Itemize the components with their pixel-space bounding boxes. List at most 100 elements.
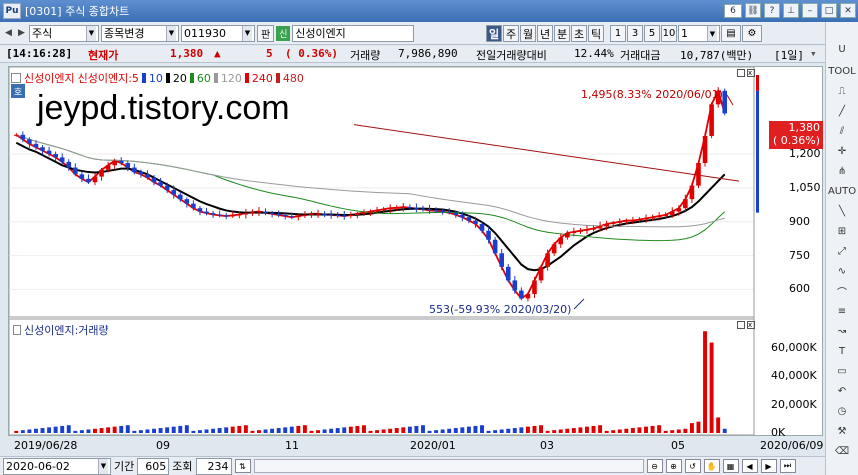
- tool-icon[interactable]: TOOL: [828, 62, 855, 80]
- volume-bar: [132, 430, 137, 433]
- play-icon[interactable]: ▶: [760, 459, 777, 473]
- dropdown-icon[interactable]: ▾: [810, 47, 817, 60]
- link-icon[interactable]: ⛓: [745, 3, 761, 18]
- chevron-down-icon[interactable]: ▼: [242, 25, 252, 41]
- grid-icon[interactable]: ▦: [722, 459, 739, 473]
- fib-tool-icon[interactable]: ≡: [831, 302, 853, 320]
- trend-tool-icon[interactable]: ╱: [831, 102, 853, 120]
- unit-10-button[interactable]: 10: [661, 25, 677, 42]
- volume-bar: [414, 425, 419, 433]
- view-input[interactable]: 234: [195, 457, 232, 475]
- scrollbar[interactable]: [253, 459, 644, 473]
- chart-area[interactable]: 신성이엔지 신성이엔지:5 10 20 60 120 240 480 호 jey…: [8, 66, 823, 439]
- volume-bar: [565, 428, 570, 433]
- tab-tick[interactable]: 틱: [588, 25, 604, 42]
- auto-tool-icon[interactable]: AUTO: [828, 182, 856, 200]
- candle-body: [197, 208, 203, 212]
- unit-select[interactable]: 1 ▼: [678, 25, 720, 42]
- tab-minute[interactable]: 분: [554, 25, 570, 42]
- candle-body: [696, 163, 701, 186]
- candle-body: [204, 211, 209, 214]
- fan-tool-icon[interactable]: ⤢: [831, 242, 853, 260]
- close-icon[interactable]: x: [747, 69, 755, 77]
- volume-bar: [670, 430, 675, 433]
- pan-button[interactable]: 판: [257, 24, 275, 42]
- text-tool-icon[interactable]: T: [831, 342, 853, 360]
- cross-tool-icon[interactable]: ✛: [831, 142, 853, 160]
- channel-tool-icon[interactable]: ⊞: [831, 222, 853, 240]
- stepper-icon[interactable]: ⇅: [234, 459, 251, 473]
- volume-bar: [657, 425, 662, 433]
- item-change-select[interactable]: 종목변경 ▼: [101, 24, 179, 42]
- window-number[interactable]: 6: [724, 3, 742, 18]
- chevron-down-icon[interactable]: ▼: [707, 26, 717, 41]
- hand-icon[interactable]: ✋: [703, 459, 720, 473]
- chevron-down-icon[interactable]: ▼: [86, 25, 96, 41]
- current-price: 1,380: [170, 47, 204, 60]
- unit-5-button[interactable]: 5: [644, 25, 660, 42]
- chart-tool-icon[interactable]: ⎍: [831, 82, 853, 100]
- save-icon[interactable]: ▤: [721, 25, 741, 42]
- volume-bar: [703, 331, 708, 433]
- amount-value: 10,787(백만): [680, 49, 754, 62]
- tools-icon[interactable]: ⚒: [831, 422, 853, 440]
- candle-body: [499, 253, 504, 267]
- box-tool-icon[interactable]: ▭: [831, 362, 853, 380]
- help-icon[interactable]: ?: [764, 3, 780, 18]
- maximize-icon[interactable]: [737, 69, 745, 77]
- candle-body: [20, 134, 26, 140]
- code-input[interactable]: 011930 ▼: [181, 24, 255, 42]
- fork-tool-icon[interactable]: ⋔: [831, 162, 853, 180]
- wave-tool-icon[interactable]: ∿: [831, 262, 853, 280]
- arc-tool-icon[interactable]: ⌒: [831, 282, 853, 300]
- pin-icon[interactable]: ⊥: [783, 3, 799, 18]
- date-select[interactable]: 2020-06-02 ▼: [3, 457, 111, 475]
- quote-badge[interactable]: 호: [11, 84, 25, 98]
- candle-body: [256, 211, 262, 213]
- clock-icon[interactable]: ◷: [831, 402, 853, 420]
- close-icon[interactable]: ✕: [840, 3, 856, 18]
- prev-icon[interactable]: ◀: [741, 459, 758, 473]
- volume-bar: [552, 430, 557, 433]
- legend-item: 120: [220, 71, 242, 85]
- unit-3-button[interactable]: 3: [627, 25, 643, 42]
- period-input[interactable]: 605: [137, 457, 170, 475]
- zoom-in-icon[interactable]: ⊕: [665, 459, 682, 473]
- reset-icon[interactable]: ↺: [684, 459, 701, 473]
- volume-bar: [106, 427, 111, 433]
- volume-bar: [689, 423, 694, 433]
- next-arrow-icon[interactable]: ▶: [16, 25, 27, 41]
- tab-day[interactable]: 일: [486, 25, 502, 42]
- maximize-icon[interactable]: □: [821, 3, 837, 18]
- underline-tool-icon[interactable]: U: [831, 40, 853, 58]
- candle-body: [466, 217, 472, 221]
- eraser-icon[interactable]: ⌫: [831, 442, 853, 460]
- tab-second[interactable]: 초: [571, 25, 587, 42]
- parallel-tool-icon[interactable]: ⫽: [831, 122, 853, 140]
- volume-value: 7,986,890: [398, 47, 458, 60]
- settings-icon[interactable]: ⚙: [742, 25, 762, 42]
- tab-month[interactable]: 월: [520, 25, 536, 42]
- chevron-down-icon[interactable]: ▼: [166, 25, 176, 41]
- tab-week[interactable]: 주: [503, 25, 519, 42]
- line-tool-icon[interactable]: ╲: [831, 202, 853, 220]
- prev-arrow-icon[interactable]: ◀: [3, 25, 14, 41]
- stock-name-field[interactable]: 신성이엔지: [292, 24, 415, 42]
- maximize-icon[interactable]: [737, 321, 745, 329]
- legend-item: 240: [251, 71, 273, 85]
- zoom-out-icon[interactable]: ⊖: [646, 459, 663, 473]
- current-price-box: 1,380 ( 0.36%): [769, 121, 823, 149]
- tab-year[interactable]: 년: [537, 25, 553, 42]
- unit-1-button[interactable]: 1: [610, 25, 626, 42]
- end-icon[interactable]: ⏭: [779, 459, 796, 473]
- minimize-icon[interactable]: –: [802, 3, 818, 18]
- close-icon[interactable]: x: [747, 321, 755, 329]
- chevron-down-icon[interactable]: ▼: [98, 458, 108, 474]
- market-select[interactable]: 주식 ▼: [29, 24, 99, 42]
- undo-icon[interactable]: ↶: [831, 382, 853, 400]
- candle-body: [722, 90, 728, 114]
- volume-bar: [191, 430, 196, 433]
- candle-body: [191, 203, 196, 209]
- cycle-tool-icon[interactable]: ↝: [831, 322, 853, 340]
- candle-body: [118, 160, 124, 164]
